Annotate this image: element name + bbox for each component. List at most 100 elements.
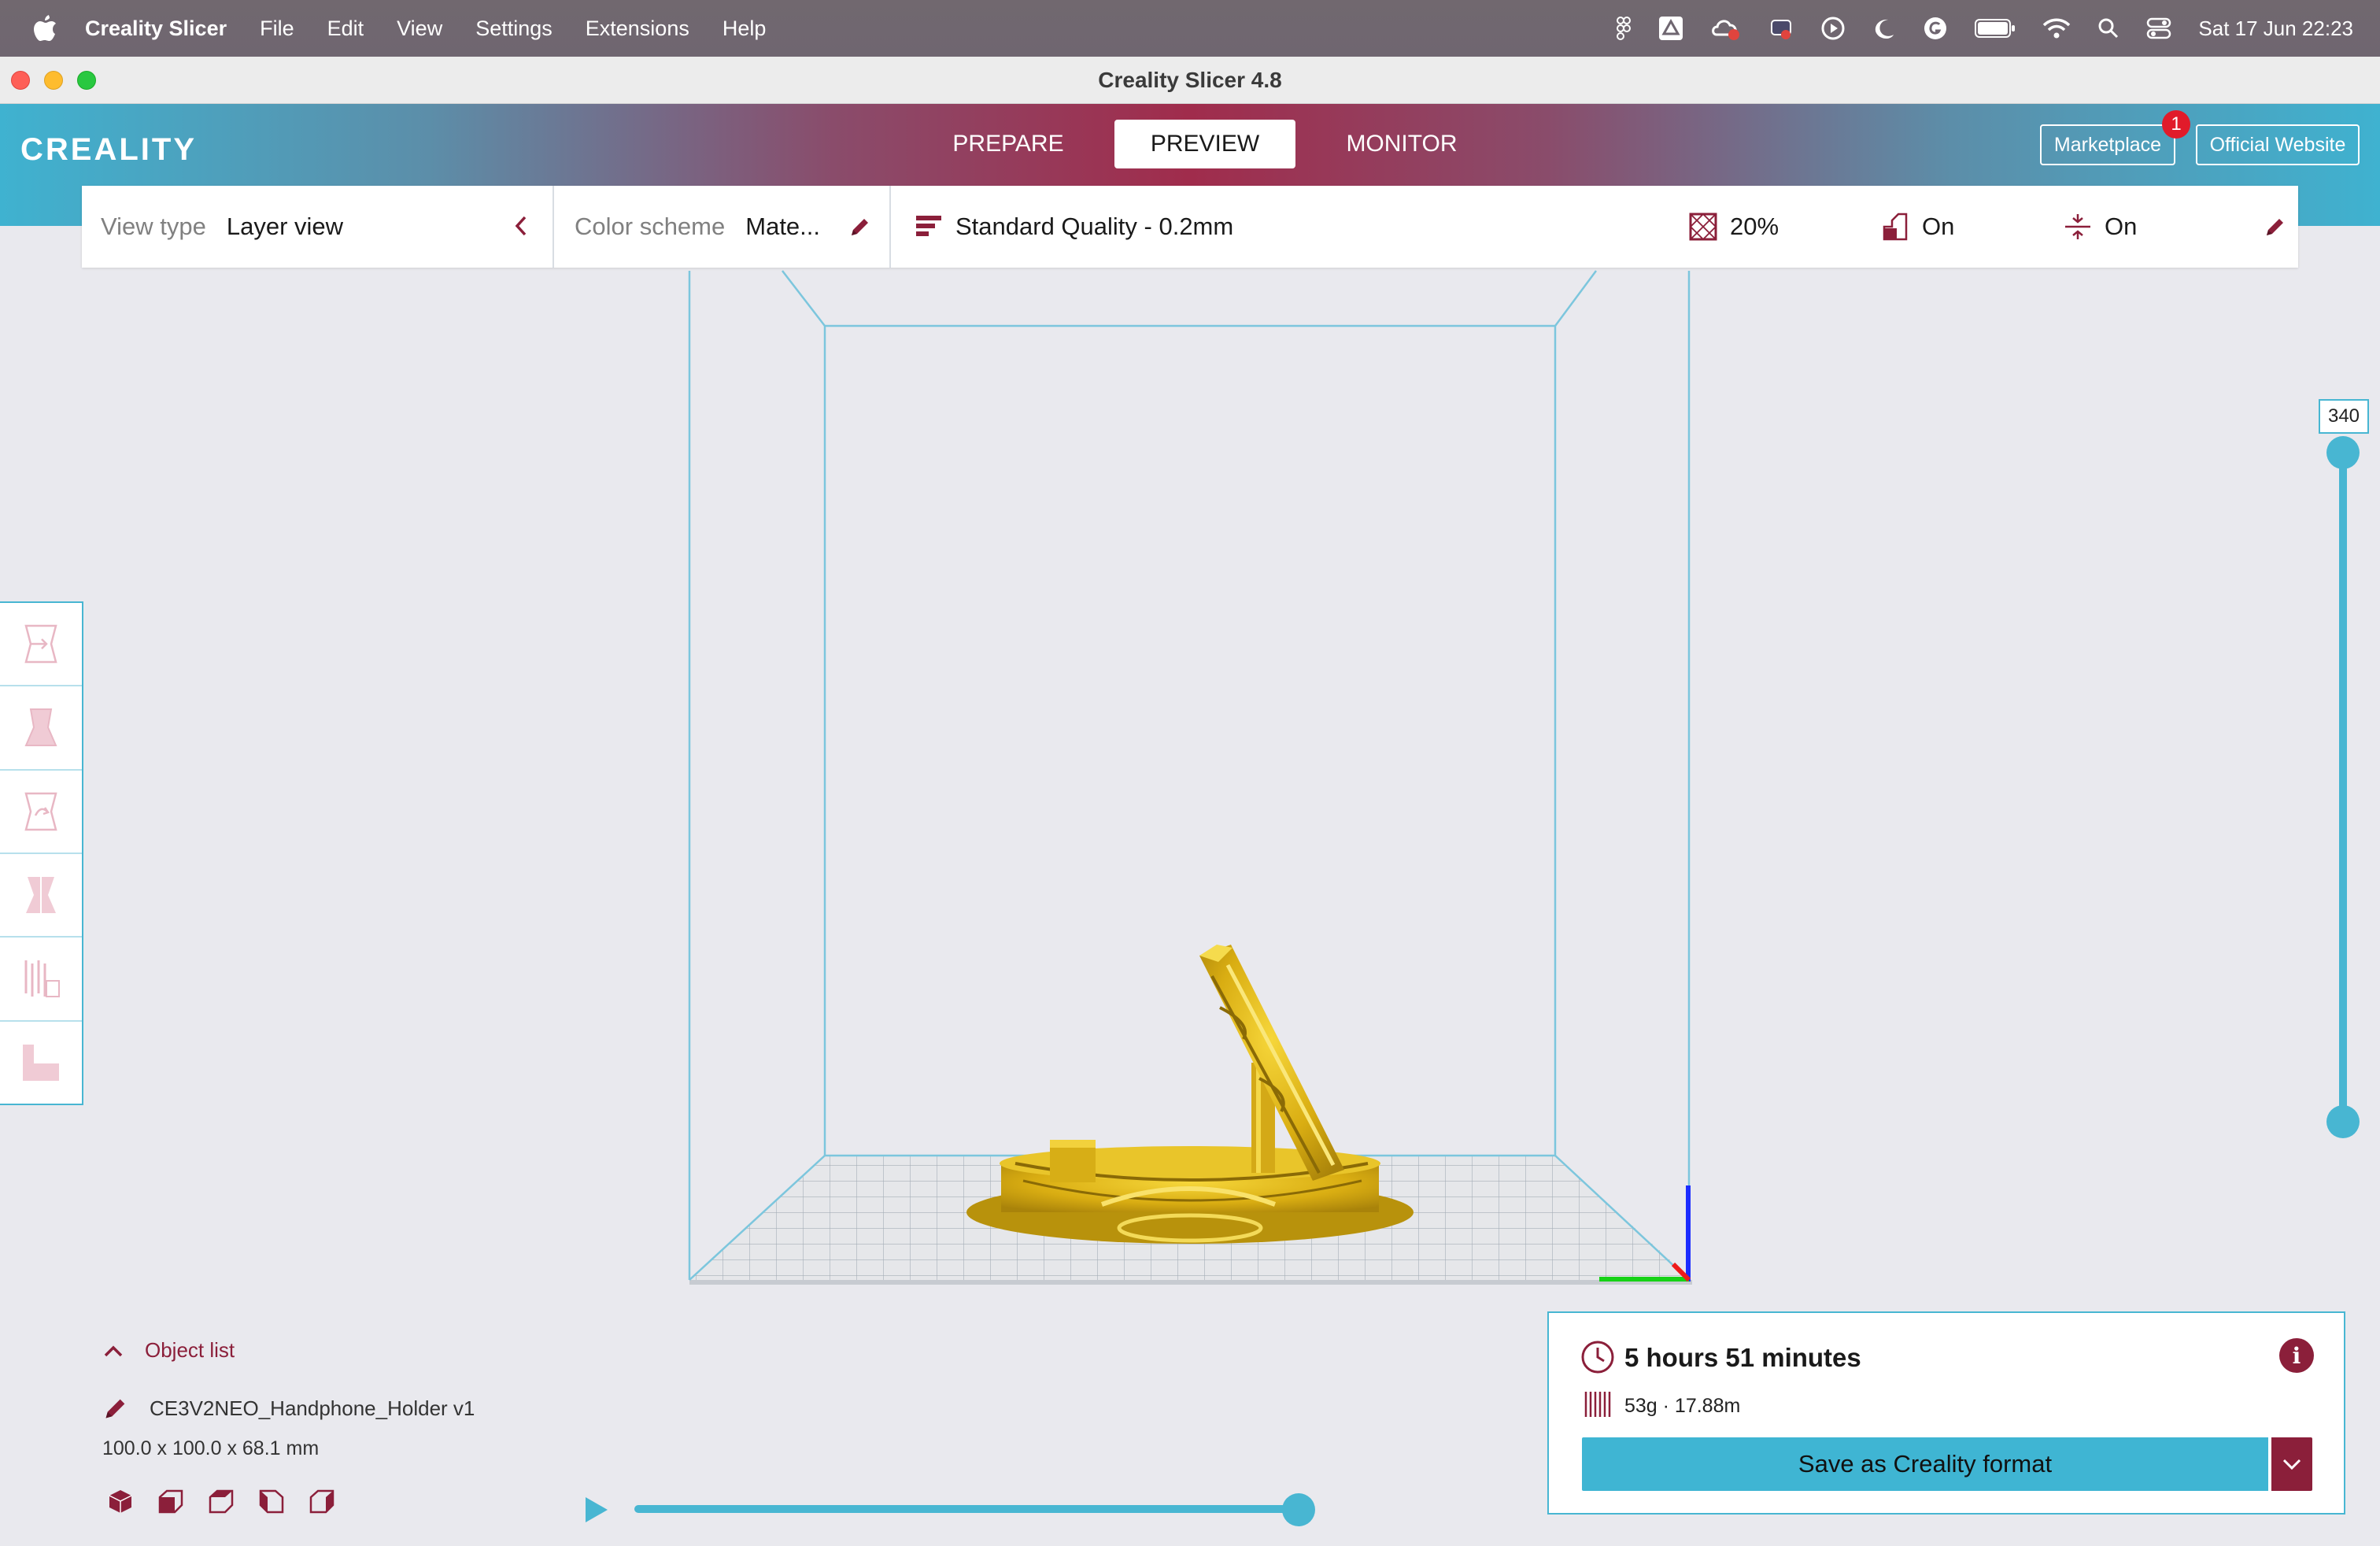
support-value: On <box>1922 213 1955 240</box>
profile-name: Standard Quality - 0.2mm <box>955 213 1234 240</box>
move-tool-icon <box>24 624 57 664</box>
official-website-button[interactable]: Official Website <box>2196 124 2360 165</box>
grammarly-icon[interactable] <box>1923 16 1948 41</box>
support-blocker-icon <box>23 1044 59 1081</box>
move-tool-button[interactable] <box>0 603 82 687</box>
save-options-dropdown[interactable] <box>2271 1437 2312 1491</box>
layer-slider-lower-handle[interactable] <box>2326 1105 2360 1138</box>
menu-settings[interactable]: Settings <box>475 17 552 41</box>
rotate-tool-icon <box>24 792 57 831</box>
chevron-left-icon[interactable] <box>513 214 529 238</box>
zoom-window-button[interactable] <box>77 71 96 90</box>
view-type-label: View type <box>101 213 206 240</box>
marketplace-notification-badge: 1 <box>2162 110 2190 139</box>
color-scheme-value: Mate... <box>745 213 821 240</box>
object-name: CE3V2NEO_Handphone_Holder v1 <box>150 1396 475 1420</box>
tab-prepare[interactable]: PREPARE <box>918 120 1099 168</box>
top-view-icon[interactable] <box>208 1488 235 1515</box>
menubar-clock[interactable]: Sat 17 Jun 22:23 <box>2198 17 2353 41</box>
3d-view-icon[interactable] <box>107 1488 134 1515</box>
info-icon[interactable]: i <box>2279 1338 2314 1373</box>
per-model-settings-button[interactable] <box>0 938 82 1022</box>
view-type-value: Layer view <box>226 213 344 240</box>
sliced-model <box>966 945 1414 1244</box>
moon-icon[interactable] <box>1872 17 1896 40</box>
chevron-up-icon <box>104 1345 123 1356</box>
layer-slider-track[interactable] <box>2339 453 2347 1122</box>
save-as-creality-button[interactable]: Save as Creality format <box>1582 1437 2268 1491</box>
close-window-button[interactable] <box>11 71 30 90</box>
object-list-item[interactable]: CE3V2NEO_Handphone_Holder v1 <box>102 1395 653 1422</box>
adhesion-icon <box>2065 214 2090 239</box>
control-center-icon[interactable] <box>2146 17 2171 40</box>
menu-edit[interactable]: Edit <box>327 17 364 41</box>
layer-slider-upper-handle[interactable] <box>2326 436 2360 469</box>
object-list-panel: Object list CE3V2NEO_Handphone_Holder v1… <box>102 1338 475 1459</box>
menu-help[interactable]: Help <box>722 17 767 41</box>
edit-settings-pencil-icon[interactable] <box>2264 215 2287 239</box>
mirror-tool-button[interactable] <box>0 854 82 938</box>
pencil-icon[interactable] <box>848 215 872 239</box>
right-view-icon[interactable] <box>309 1488 335 1515</box>
per-model-settings-icon <box>24 960 60 998</box>
wifi-icon[interactable] <box>2042 17 2071 39</box>
tab-preview[interactable]: PREVIEW <box>1114 120 1295 168</box>
figma-icon[interactable] <box>1616 17 1632 40</box>
scale-tool-button[interactable] <box>0 686 82 771</box>
pencil-icon[interactable] <box>102 1395 129 1422</box>
mirror-tool-icon <box>26 875 56 915</box>
app-status-icon[interactable] <box>1768 16 1794 41</box>
color-scheme-label: Color scheme <box>575 213 726 240</box>
object-dimensions: 100.0 x 100.0 x 68.1 mm <box>102 1437 320 1459</box>
menu-extensions[interactable]: Extensions <box>586 17 689 41</box>
menu-file[interactable]: File <box>260 17 294 41</box>
print-info-panel: 5 hours 51 minutes i 53g · 17.88m Save a… <box>1547 1311 2345 1515</box>
play-circle-icon[interactable] <box>1820 16 1846 41</box>
chevron-down-icon <box>2282 1459 2301 1470</box>
clock-icon <box>1581 1341 1614 1374</box>
estimated-print-time: 5 hours 51 minutes <box>1624 1343 1861 1372</box>
stage-tabs: PREPARE PREVIEW MONITOR <box>918 120 1508 168</box>
infill-icon <box>1689 213 1717 241</box>
rotate-tool-button[interactable] <box>0 771 82 854</box>
status-area: Sat 17 Jun 22:23 <box>1616 0 2353 57</box>
macos-menubar: Creality Slicer File Edit View Settings … <box>0 0 2380 57</box>
tab-monitor[interactable]: MONITOR <box>1311 120 1492 168</box>
creative-cloud-icon[interactable] <box>1710 16 1742 41</box>
play-simulation-icon[interactable] <box>582 1494 611 1526</box>
creality-logo: CREALITY <box>20 132 197 167</box>
color-scheme-selector[interactable]: Color scheme Mate... <box>554 186 891 268</box>
scale-tool-icon <box>24 708 57 747</box>
material-usage: 53g · 17.88m <box>1624 1395 1741 1417</box>
window-titlebar: Creality Slicer 4.8 <box>0 57 2380 104</box>
layer-path-slider-track[interactable] <box>634 1505 1299 1513</box>
build-volume-outline <box>688 270 1691 1281</box>
left-toolbar <box>0 601 83 1105</box>
object-list-header: Object list <box>145 1338 235 1362</box>
camera-view-buttons <box>107 1488 335 1515</box>
left-view-icon[interactable] <box>258 1488 285 1515</box>
front-view-icon[interactable] <box>157 1488 184 1515</box>
battery-icon[interactable] <box>1975 18 2016 39</box>
layer-number-label[interactable]: 340 <box>2319 399 2369 434</box>
view-type-selector[interactable]: View type Layer view <box>82 186 554 268</box>
quality-profile-icon <box>916 216 941 236</box>
infill-value: 20% <box>1730 213 1779 240</box>
print-settings-bar: View type Layer view Color scheme Mate..… <box>82 186 2298 268</box>
support-blocker-button[interactable] <box>0 1022 82 1104</box>
app-menu-name[interactable]: Creality Slicer <box>85 17 227 41</box>
drive-icon[interactable] <box>1658 16 1683 41</box>
menu-view[interactable]: View <box>397 17 442 41</box>
object-list-toggle[interactable]: Object list <box>102 1338 235 1363</box>
window-controls <box>11 71 96 90</box>
adhesion-value: On <box>2105 213 2138 240</box>
minimize-window-button[interactable] <box>44 71 63 90</box>
apple-menu-icon[interactable] <box>31 13 58 43</box>
support-icon <box>1883 213 1908 241</box>
spotlight-search-icon[interactable] <box>2097 17 2119 39</box>
window-title: Creality Slicer 4.8 <box>1098 67 1282 92</box>
spool-icon <box>1584 1392 1611 1417</box>
marketplace-button[interactable]: Marketplace <box>2040 124 2175 165</box>
print-profile-selector[interactable]: Standard Quality - 0.2mm 20% On On <box>891 186 2298 268</box>
layer-path-slider-handle[interactable] <box>1282 1493 1315 1526</box>
